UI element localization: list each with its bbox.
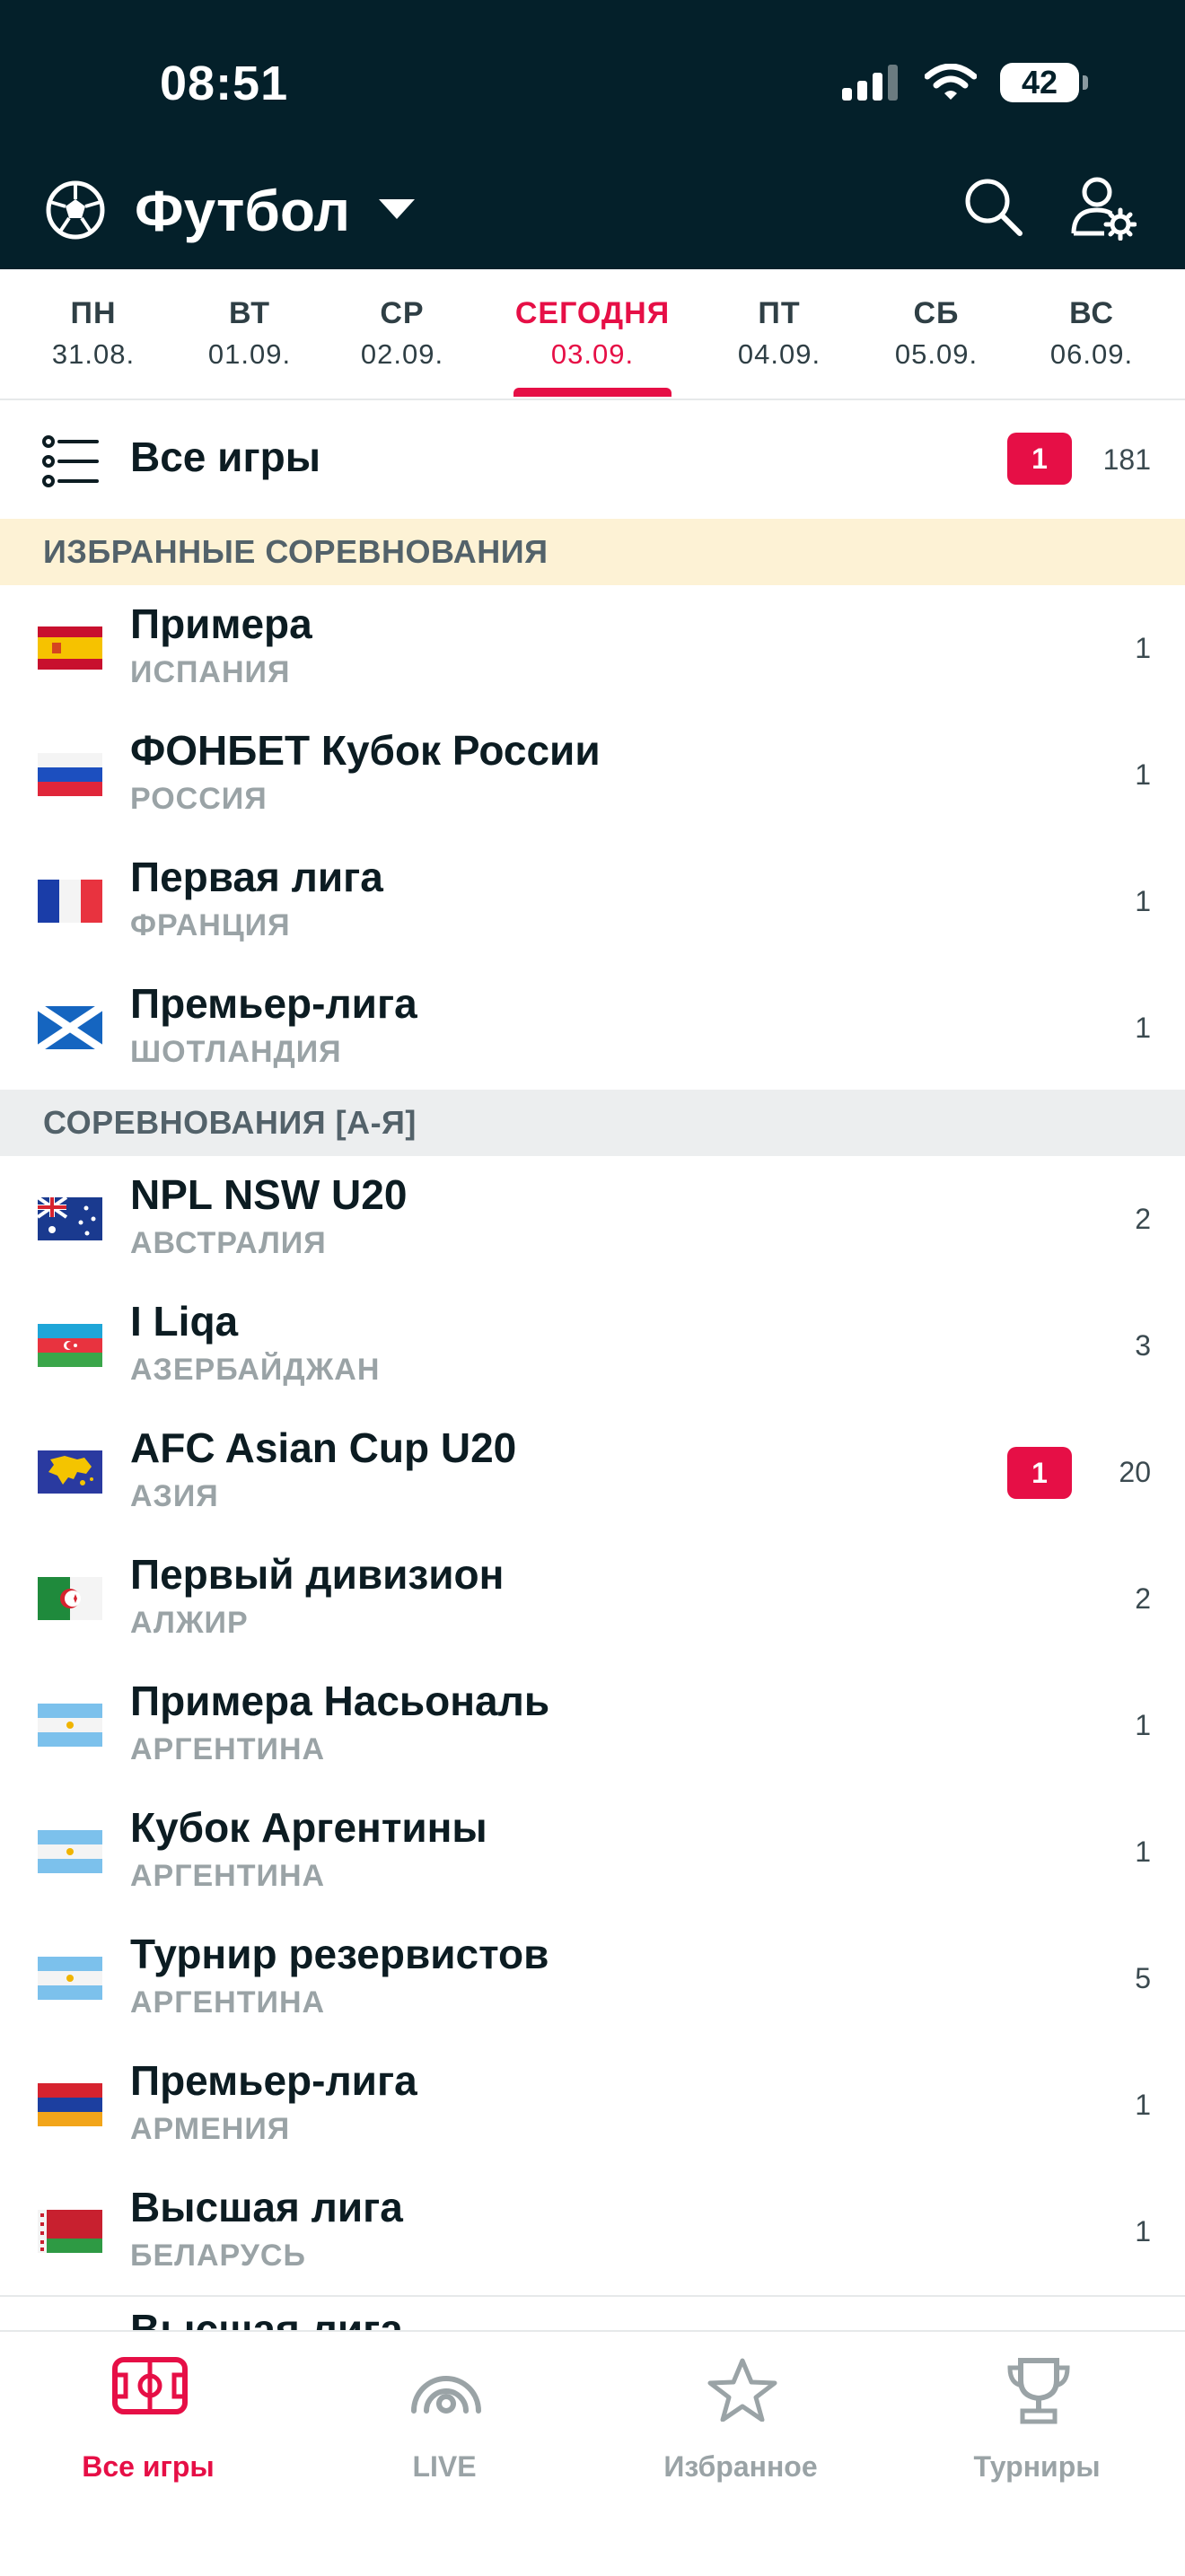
day-tab[interactable]: ПТ 04.09.	[700, 296, 858, 371]
games-count: 1	[1135, 1012, 1151, 1044]
battery-indicator: 42	[1000, 63, 1088, 102]
games-count: 20	[1119, 1456, 1151, 1488]
app-header: 08:51 42 Футбол	[0, 0, 1185, 269]
all-games-row[interactable]: Все игры 1 181	[0, 399, 1185, 521]
day-tab-today[interactable]: СЕГОДНЯ 03.09.	[514, 296, 672, 371]
list-icon	[42, 435, 99, 487]
day-tab[interactable]: ВС 06.09.	[1013, 296, 1171, 371]
competition-row[interactable]: Премьер-лига АРМЕНИЯ 1	[0, 2042, 1185, 2170]
azerbaijan-flag-icon	[38, 1324, 102, 1367]
spain-flag-icon	[38, 626, 102, 670]
competition-row[interactable]: Первый дивизион АЛЖИР 2	[0, 1536, 1185, 1664]
favorites-section-header: ИЗБРАННЫЕ СОРЕВНОВАНИЯ	[0, 519, 1185, 585]
status-time: 08:51	[160, 57, 289, 110]
games-count: 1	[1135, 2089, 1151, 2121]
competition-row[interactable]: Примера Насьональ АРГЕНТИНА 1	[0, 1662, 1185, 1791]
scotland-flag-icon	[38, 1006, 102, 1049]
tab-favorites[interactable]: Избранное	[592, 2332, 889, 2511]
games-count: 1	[1135, 1836, 1151, 1868]
competition-row[interactable]: Высшая лига БЕЛАРУСЬ 1	[0, 2169, 1185, 2297]
competitions-section-header: СОРЕВНОВАНИЯ [А-Я]	[0, 1090, 1185, 1156]
day-tab[interactable]: СР 02.09.	[323, 296, 481, 371]
day-tab[interactable]: СБ 05.09.	[857, 296, 1015, 371]
live-count-badge: 1	[1007, 433, 1072, 485]
russia-flag-icon	[38, 753, 102, 796]
football-icon	[46, 180, 105, 240]
tab-live[interactable]: LIVE	[296, 2332, 592, 2511]
france-flag-icon	[38, 880, 102, 923]
games-count: 5	[1135, 1962, 1151, 1994]
argentina-flag-icon	[38, 1957, 102, 2000]
trophy-icon	[1007, 2358, 1070, 2424]
tab-tournaments[interactable]: Турниры	[889, 2332, 1185, 2511]
games-count: 1	[1135, 758, 1151, 791]
games-count: 1	[1135, 1709, 1151, 1741]
live-icon	[411, 2376, 481, 2414]
belarus-flag-icon	[38, 2210, 102, 2253]
competition-row[interactable]: Кубок Аргентины АРГЕНТИНА 1	[0, 1789, 1185, 1917]
search-icon[interactable]	[962, 176, 1025, 239]
star-icon	[707, 2358, 777, 2422]
games-count: 1	[1135, 632, 1151, 664]
argentina-flag-icon	[38, 1704, 102, 1747]
chevron-down-icon[interactable]	[379, 199, 415, 219]
status-icons: 42	[842, 63, 1088, 102]
app-bar: Футбол	[0, 171, 1185, 251]
all-games-label: Все игры	[130, 434, 320, 480]
games-count: 1	[1135, 885, 1151, 917]
bottom-tab-bar: Все игры LIVE Избранное Турниры	[0, 2330, 1185, 2576]
games-count: 1	[1135, 2215, 1151, 2247]
signal-icon	[842, 65, 898, 101]
games-count: 3	[1135, 1329, 1151, 1362]
competition-row[interactable]: AFC Asian Cup U20 АЗИЯ 1 20	[0, 1409, 1185, 1538]
day-tab[interactable]: ПН 31.08.	[14, 296, 172, 371]
field-icon	[112, 2357, 188, 2414]
asia-flag-icon	[38, 1450, 102, 1494]
wifi-icon	[925, 64, 977, 100]
tab-all-games[interactable]: Все игры	[0, 2332, 296, 2511]
games-count: 181	[1102, 443, 1151, 476]
competition-row[interactable]: Первая лига ФРАНЦИЯ 1	[0, 838, 1185, 967]
partial-competition-row[interactable]: Высшая лига	[130, 2309, 403, 2332]
competition-row[interactable]: NPL NSW U20 АВСТРАЛИЯ 2	[0, 1156, 1185, 1284]
active-day-indicator	[514, 388, 672, 397]
australia-flag-icon	[38, 1197, 102, 1240]
sport-selector-title[interactable]: Футбол	[135, 178, 350, 244]
competition-row[interactable]: Турнир резервистов АРГЕНТИНА 5	[0, 1915, 1185, 2044]
competition-row[interactable]: Примера ИСПАНИЯ 1	[0, 585, 1185, 714]
competition-row[interactable]: I Liqa АЗЕРБАЙДЖАН 3	[0, 1283, 1185, 1411]
competition-row[interactable]: ФОНБЕТ Кубок России РОССИЯ 1	[0, 712, 1185, 840]
live-count-badge: 1	[1007, 1447, 1072, 1499]
algeria-flag-icon	[38, 1577, 102, 1620]
armenia-flag-icon	[38, 2083, 102, 2126]
competition-row[interactable]: Премьер-лига ШОТЛАНДИЯ 1	[0, 965, 1185, 1093]
day-tab[interactable]: ВТ 01.09.	[171, 296, 329, 371]
profile-settings-icon[interactable]	[1070, 174, 1137, 241]
games-count: 2	[1135, 1203, 1151, 1235]
argentina-flag-icon	[38, 1830, 102, 1873]
date-selector: ПН 31.08. ВТ 01.09. СР 02.09. СЕГОДНЯ 03.09.…	[0, 269, 1185, 400]
games-count: 2	[1135, 1582, 1151, 1615]
